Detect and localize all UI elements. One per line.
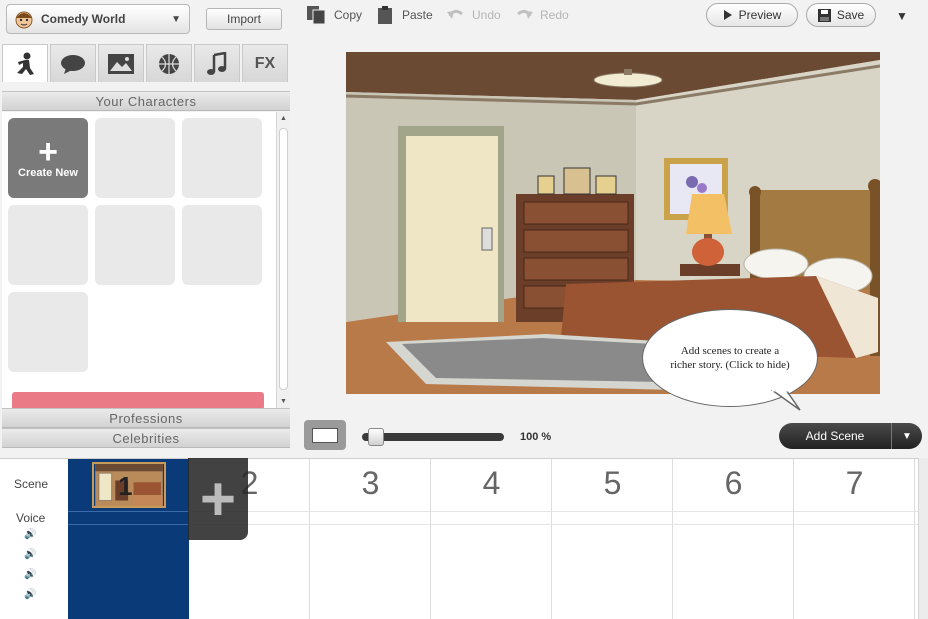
character-slot[interactable]	[95, 118, 175, 198]
save-button[interactable]: Save	[806, 3, 876, 27]
paste-button[interactable]: Paste	[376, 4, 433, 26]
scene-number: 7	[845, 465, 864, 501]
timeline-scene-7[interactable]: 7	[794, 459, 915, 619]
import-button[interactable]: Import	[206, 8, 282, 30]
speaker-icon[interactable]: 🔊	[24, 569, 36, 580]
character-slot[interactable]	[8, 205, 88, 285]
divider	[68, 524, 189, 525]
scene-thumbnail[interactable]: 1	[92, 462, 166, 508]
preview-label: Preview	[738, 8, 782, 22]
redo-label: Redo	[540, 8, 569, 22]
aspect-ratio-button[interactable]	[304, 420, 346, 450]
add-scene-label: Add Scene	[805, 429, 865, 443]
tab-characters[interactable]	[2, 44, 48, 82]
category-celebrities[interactable]: Celebrities	[2, 428, 290, 448]
copy-icon	[307, 6, 326, 25]
tab-backgrounds[interactable]	[98, 44, 144, 82]
speaker-icon[interactable]: 🔊	[24, 529, 36, 540]
speech-bubble-text: Add scenes to create a richer story. (Cl…	[670, 345, 790, 371]
character-face-icon	[15, 11, 33, 29]
plus-icon: +	[38, 133, 58, 171]
save-icon	[817, 8, 831, 22]
speaker-icon[interactable]: 🔊	[24, 549, 36, 560]
character-slot[interactable]	[8, 292, 88, 372]
play-icon	[723, 10, 732, 20]
paste-icon	[378, 6, 392, 24]
timeline-scrollbar[interactable]	[918, 458, 928, 619]
add-scene-drag-icon[interactable]: +	[188, 458, 248, 540]
character-slot[interactable]	[182, 118, 262, 198]
scroll-thumb[interactable]	[279, 128, 288, 390]
divider	[68, 511, 189, 512]
theme-select[interactable]: Comedy World ▼	[6, 4, 190, 34]
divider	[190, 524, 928, 525]
create-new-label: Create New	[18, 167, 78, 179]
undo-button[interactable]: Undo	[446, 4, 501, 26]
scene-row-label: Scene	[14, 477, 49, 491]
theme-select-label: Comedy World	[41, 12, 126, 26]
undo-label: Undo	[472, 8, 501, 22]
undo-icon	[447, 9, 463, 19]
chevron-down-icon: ▼	[171, 14, 181, 25]
create-new-character-button[interactable]: + Create New	[8, 118, 88, 198]
category-professions[interactable]: Professions	[2, 408, 290, 428]
more-menu-icon[interactable]: ▼	[896, 9, 908, 23]
save-label: Save	[836, 8, 865, 22]
add-scene-button[interactable]: Add Scene ▼	[779, 423, 922, 449]
paste-label: Paste	[402, 8, 433, 22]
chevron-down-icon[interactable]: ▼	[892, 431, 922, 442]
character-icon	[17, 52, 34, 75]
basketball-icon	[159, 53, 179, 74]
speech-bubble-icon	[61, 54, 85, 74]
character-slot[interactable]	[95, 205, 175, 285]
tab-music[interactable]	[194, 44, 240, 82]
copy-label: Copy	[334, 8, 363, 22]
zoom-level: 100 %	[520, 431, 552, 443]
scroll-down-icon[interactable]: ▼	[280, 398, 287, 405]
voice-row-label: Voice	[16, 511, 46, 525]
music-note-icon	[207, 51, 227, 75]
speaker-icon[interactable]: 🔊	[24, 589, 36, 600]
scene-number: 6	[724, 465, 743, 501]
timeline-scene-3[interactable]: 3	[310, 459, 431, 619]
character-scrollbar[interactable]: ▲ ▼	[276, 112, 290, 408]
speech-bubble-tail	[770, 390, 801, 411]
divider	[190, 511, 928, 512]
tab-effects[interactable]	[146, 44, 192, 82]
timeline-scene-6[interactable]: 6	[673, 459, 794, 619]
scene-number: 4	[482, 465, 501, 501]
image-icon	[108, 53, 134, 74]
zoom-slider-thumb[interactable]	[368, 428, 384, 446]
redo-button[interactable]: Redo	[514, 4, 569, 26]
your-characters-heading: Your Characters	[2, 91, 290, 111]
tab-fx[interactable]: FX	[242, 44, 288, 82]
timeline-scene-4[interactable]: 4	[431, 459, 552, 619]
copy-button[interactable]: Copy	[306, 4, 362, 26]
tab-fx-label: FX	[254, 54, 276, 72]
scroll-up-icon[interactable]: ▲	[280, 115, 287, 122]
redo-icon	[517, 9, 533, 19]
scene-number: 5	[603, 465, 622, 501]
character-grid: + Create New	[2, 112, 290, 408]
frame-icon	[312, 428, 338, 443]
library-tabs: FX	[2, 44, 290, 82]
tab-props[interactable]	[50, 44, 96, 82]
preview-button[interactable]: Preview	[706, 3, 798, 27]
character-slot[interactable]	[182, 205, 262, 285]
scene-number: 3	[361, 465, 380, 501]
scene-thumbnail-number: 1	[118, 473, 132, 501]
timeline-scene-5[interactable]: 5	[552, 459, 673, 619]
